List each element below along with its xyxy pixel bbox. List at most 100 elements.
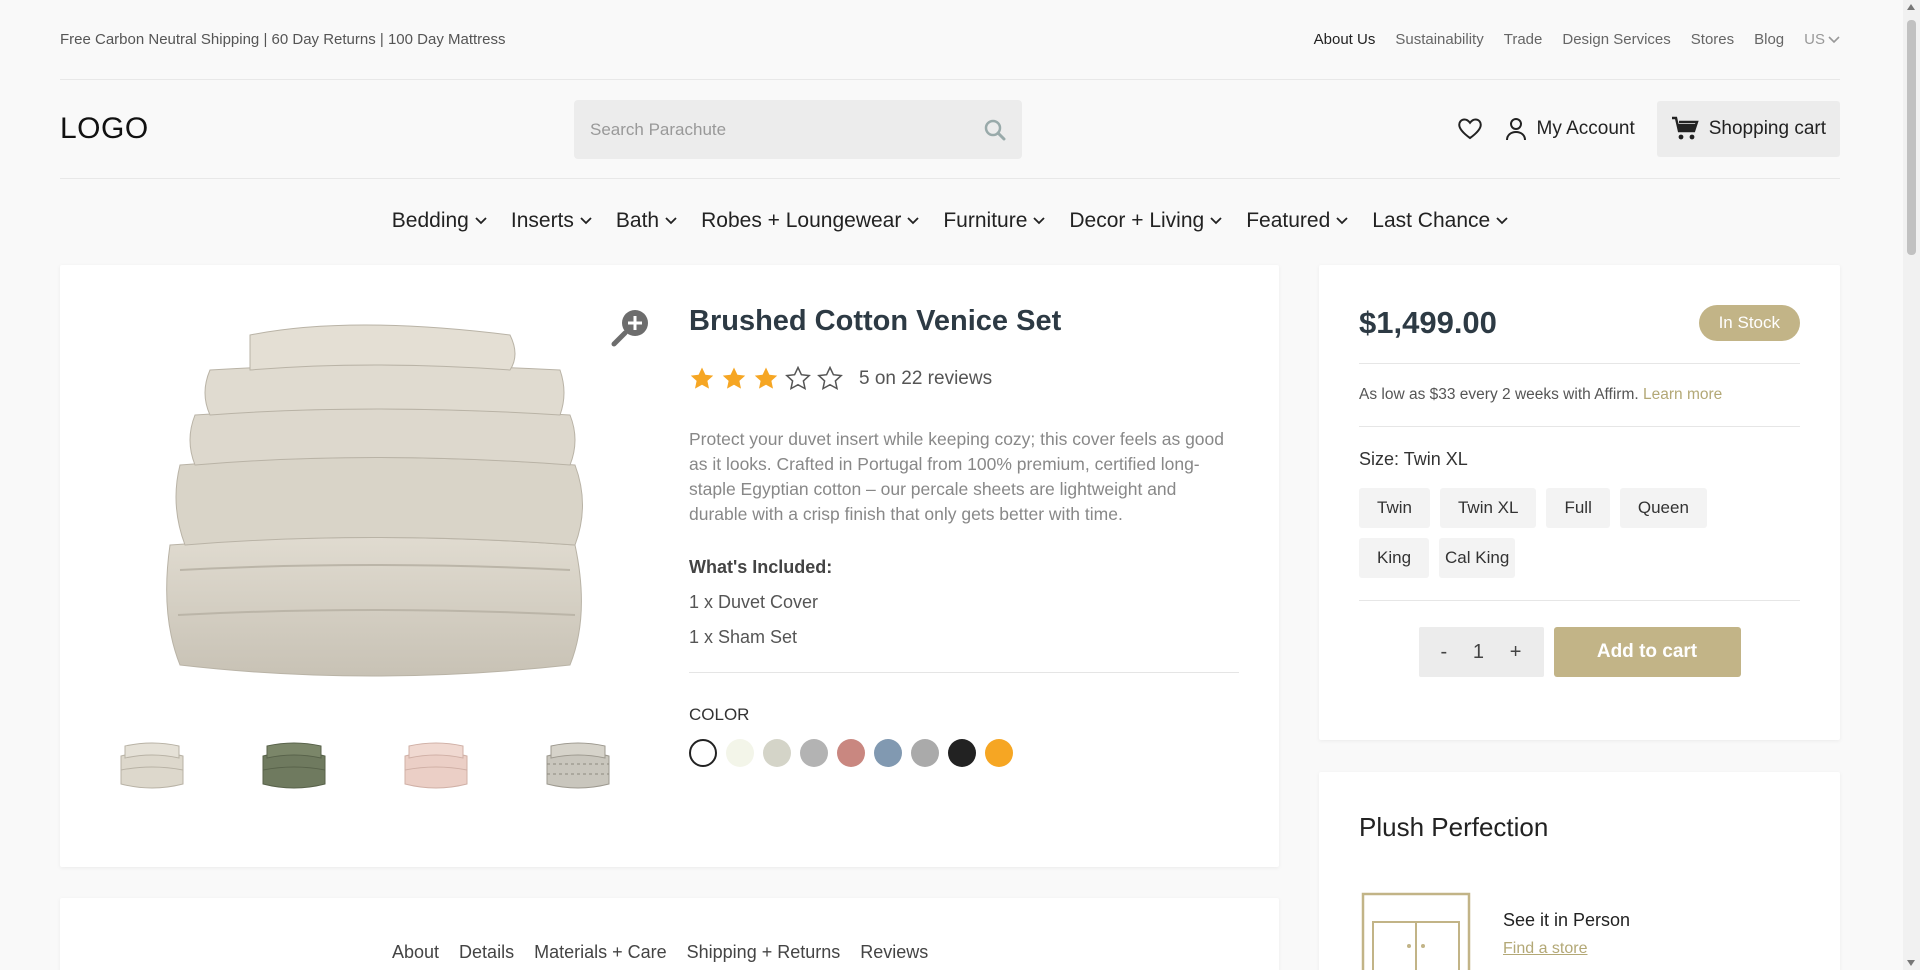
top-link-trade[interactable]: Trade [1504,31,1543,48]
size-option-cal-king[interactable]: Cal King [1439,538,1516,578]
price: $1,499.00 [1359,305,1497,340]
nav-item-furniture[interactable]: Furniture [943,209,1046,233]
nav-item-label: Decor + Living [1069,209,1205,232]
reviews-count[interactable]: 5 on 22 reviews [859,368,992,390]
top-link-about-us[interactable]: About Us [1314,31,1376,48]
thumbnail-image [546,742,610,789]
scrollbar-thumb[interactable] [1907,20,1916,255]
user-icon [1505,118,1526,141]
plush-perfection-card: Plush Perfection See it in Person Find a… [1319,772,1840,970]
chevron-down-icon [1496,217,1508,225]
product-rating: 5 on 22 reviews [689,366,1239,391]
scroll-up-arrow[interactable] [1907,4,1915,10]
color-swatch[interactable] [874,739,902,767]
color-swatch[interactable] [689,739,717,767]
nav-item-bedding[interactable]: Bedding [392,209,487,233]
size-option-twin[interactable]: Twin [1359,488,1430,528]
divider [1359,600,1800,601]
product-info: Brushed Cotton Venice Set 5 on 22 review… [689,305,1239,767]
find-store-link[interactable]: Find a store [1503,940,1587,958]
add-to-cart-button[interactable]: Add to cart [1553,627,1741,677]
product-description: Protect your duvet insert while keeping … [689,429,1224,524]
nav-item-last-chance[interactable]: Last Chance [1372,209,1508,233]
shopping-cart-button[interactable]: Shopping cart [1656,101,1840,157]
size-option-twin-xl[interactable]: Twin XL [1439,488,1537,528]
product-main-image[interactable] [150,315,590,695]
thumbnail-image [404,742,468,789]
scrollbar[interactable] [1903,0,1920,970]
product-title: Brushed Cotton Venice Set [689,305,1062,337]
product-card: Brushed Cotton Venice Set 5 on 22 review… [60,265,1279,867]
thumbnail[interactable] [115,735,189,795]
nav-item-bath[interactable]: Bath [616,209,677,233]
stock-badge: In Stock [1698,305,1800,341]
tab-details[interactable]: Details [459,942,514,963]
thumbnail[interactable] [257,735,331,795]
chevron-down-icon [907,217,919,225]
color-swatch[interactable] [911,739,939,767]
quantity-increase-button[interactable]: + [1510,641,1522,664]
zoom-in-icon[interactable] [610,307,652,349]
size-option-full[interactable]: Full [1546,488,1610,528]
chevron-down-icon [665,217,677,225]
thumbnail[interactable] [541,735,615,795]
color-swatch[interactable] [837,739,865,767]
nav-item-label: Bath [615,209,660,232]
top-link-sustainability[interactable]: Sustainability [1395,31,1483,48]
tab-reviews[interactable]: Reviews [860,942,928,963]
nav-item-decor-living[interactable]: Decor + Living [1069,209,1222,233]
star-filled-icon [690,367,714,389]
color-swatch[interactable] [726,739,754,767]
heart-icon[interactable] [1457,117,1483,141]
logo[interactable]: LOGO [60,112,149,146]
shopping-cart-label: Shopping cart [1708,118,1826,139]
chevron-down-icon [1033,217,1046,225]
nav-item-label: Featured [1246,209,1331,232]
color-swatch[interactable] [763,739,791,767]
plush-title: Plush Perfection [1359,812,1549,842]
top-link-stores[interactable]: Stores [1691,31,1734,48]
see-in-person-title: See it in Person [1503,910,1631,930]
locale-selector[interactable]: US [1804,31,1840,48]
color-swatch[interactable] [985,739,1013,767]
divider [689,672,1239,673]
top-link-blog[interactable]: Blog [1754,31,1784,48]
scroll-down-arrow[interactable] [1907,960,1915,966]
nav-item-inserts[interactable]: Inserts [511,209,592,233]
size-label: Size: Twin XL [1359,449,1468,469]
color-swatch[interactable] [948,739,976,767]
header: LOGO My Account Shopping cart [60,80,1840,179]
nav-item-robes-loungewear[interactable]: Robes + Loungewear [701,209,919,233]
quantity-value[interactable]: 1 [1473,641,1484,664]
quantity-stepper: - 1 + [1418,627,1544,677]
nav-item-label: Last Chance [1372,209,1491,232]
tab-shipping-returns[interactable]: Shipping + Returns [687,942,841,963]
quantity-decrease-button[interactable]: - [1441,641,1448,664]
search-input[interactable] [590,119,984,140]
size-options: Twin Twin XL Full Queen King Cal King [1359,488,1779,578]
chevron-down-icon [1828,35,1840,43]
header-actions: My Account Shopping cart [1457,101,1840,157]
my-account-link[interactable]: My Account [1505,117,1635,141]
thumbnail-image [120,742,184,789]
star-empty-icon [785,366,811,391]
buy-box: $1,499.00 In Stock As low as $33 every 2… [1319,265,1840,740]
color-swatch[interactable] [800,739,828,767]
tab-about[interactable]: About [392,942,439,963]
top-link-design-services[interactable]: Design Services [1562,31,1670,48]
chevron-down-icon [580,217,592,225]
star-filled-icon [754,367,778,389]
top-bar: Free Carbon Neutral Shipping | 60 Day Re… [60,0,1840,80]
star-rating[interactable] [689,366,843,391]
search-icon[interactable] [984,119,1006,141]
included-item: 1 x Sham Set [689,627,798,647]
learn-more-link[interactable]: Learn more [1643,386,1722,403]
nav-item-label: Inserts [510,209,574,232]
chevron-down-icon [475,217,487,225]
size-option-king[interactable]: King [1359,538,1430,578]
size-option-queen[interactable]: Queen [1619,488,1707,528]
nav-item-label: Furniture [943,209,1028,232]
thumbnail[interactable] [399,735,473,795]
nav-item-featured[interactable]: Featured [1246,209,1348,233]
tab-materials-care[interactable]: Materials + Care [534,942,667,963]
